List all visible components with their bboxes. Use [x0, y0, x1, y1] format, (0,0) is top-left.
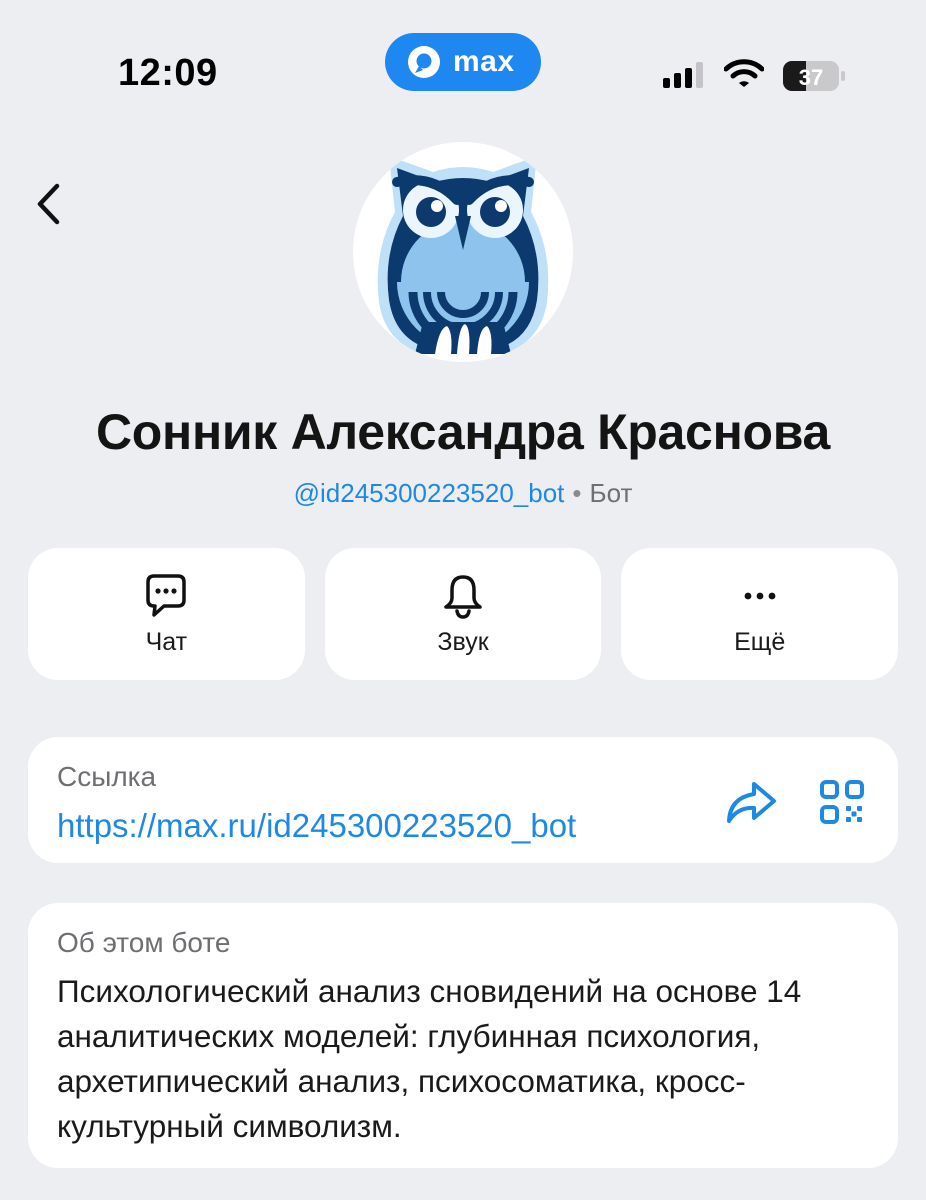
max-app-pill[interactable]: max	[385, 33, 541, 91]
chat-button-label: Чат	[145, 627, 188, 656]
more-icon	[744, 592, 776, 599]
status-bar: 12:09 max 37	[0, 0, 926, 130]
bot-avatar[interactable]	[353, 142, 573, 362]
link-url[interactable]: https://max.ru/id245300223520_bot	[57, 807, 576, 845]
sound-button-label: Звук	[437, 627, 489, 656]
bell-icon	[444, 574, 482, 619]
chat-button[interactable]: Чат	[28, 548, 305, 680]
back-button[interactable]	[26, 178, 70, 230]
about-card: Об этом боте Психологический анализ снов…	[28, 903, 898, 1168]
bot-subline: @id245300223520_bot • Бот	[0, 478, 926, 509]
chat-icon	[146, 573, 187, 617]
chevron-left-icon	[37, 183, 60, 225]
share-icon	[727, 782, 776, 823]
link-card: Ссылка https://max.ru/id245300223520_bot	[28, 737, 898, 863]
action-buttons: Чат Звук Ещё	[28, 548, 899, 680]
battery-level: 37	[799, 65, 823, 90]
qr-code-button[interactable]	[819, 779, 865, 825]
owl-logo-icon	[377, 156, 549, 354]
bot-username[interactable]: @id245300223520_bot	[294, 478, 565, 508]
max-logo-icon	[408, 46, 440, 78]
bot-type-label: Бот	[589, 478, 633, 508]
qr-code-icon	[820, 780, 864, 824]
cellular-signal-icon	[663, 60, 703, 88]
app-pill-label: max	[453, 45, 515, 78]
link-title: Ссылка	[57, 761, 157, 792]
share-link-button[interactable]	[724, 780, 778, 826]
bot-name: Сонник Александра Краснова	[96, 404, 830, 460]
bot-profile-screen: 12:09 max 37 Сонник Александра Краснова …	[0, 0, 926, 1200]
more-button[interactable]: Ещё	[621, 548, 899, 680]
about-text: Психологический анализ сновидений на осн…	[57, 973, 802, 1144]
more-button-label: Ещё	[734, 627, 786, 656]
sound-button[interactable]: Звук	[324, 548, 602, 680]
wifi-icon	[724, 59, 764, 87]
subline-separator: •	[572, 478, 582, 508]
battery-icon: 37	[783, 61, 845, 91]
about-title: Об этом боте	[57, 927, 231, 958]
status-time: 12:09	[118, 52, 218, 94]
